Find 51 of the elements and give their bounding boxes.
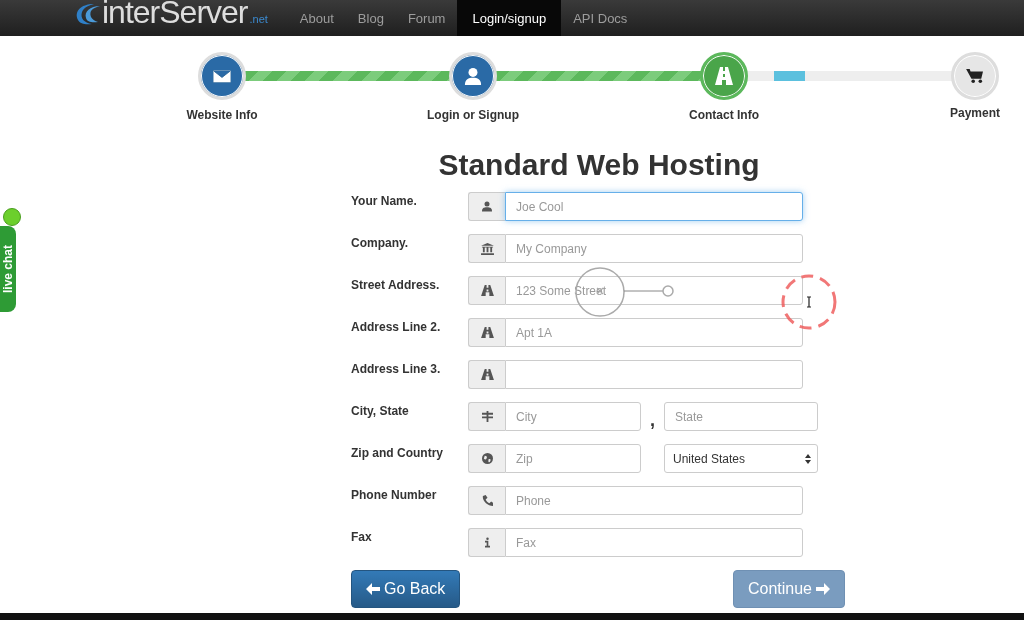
road-icon xyxy=(480,285,494,296)
phone-icon xyxy=(481,495,493,506)
nav-link[interactable]: API Docs xyxy=(561,0,640,36)
logo[interactable]: interServer.net xyxy=(72,0,268,30)
input-field[interactable] xyxy=(505,360,803,389)
nav-link[interactable]: Blog xyxy=(345,0,396,36)
bank-icon xyxy=(480,242,494,255)
signpost-icon xyxy=(481,411,493,422)
input-field[interactable]: Joe Cool xyxy=(505,192,803,221)
road-icon xyxy=(480,327,494,338)
user-icon xyxy=(464,67,482,85)
field-label: Company. xyxy=(351,235,410,252)
nav-button[interactable]: Go Back xyxy=(351,570,461,608)
info-icon xyxy=(484,537,490,548)
road-icon xyxy=(714,66,734,86)
field-label: Street Address. xyxy=(351,277,441,294)
country-select[interactable]: United States xyxy=(664,444,818,473)
road-icon xyxy=(480,369,494,380)
step-label: Website Info xyxy=(186,108,258,122)
input-field[interactable]: State xyxy=(664,402,818,431)
field-label: Zip and Country xyxy=(351,445,444,462)
nav-link[interactable]: Forum xyxy=(395,0,458,36)
step-label: Login or Signup xyxy=(427,108,519,122)
status-dot xyxy=(3,208,21,226)
field-label: Address Line 3. xyxy=(351,361,442,378)
globe-icon xyxy=(481,453,493,464)
input-field[interactable]: My Company xyxy=(505,234,803,263)
envelope-icon xyxy=(213,69,231,83)
page-title: Standard Web Hosting xyxy=(437,148,761,182)
cursor-highlight-drawing xyxy=(781,274,837,330)
arrow-right-icon xyxy=(816,583,830,595)
input-field[interactable]: Apt 1A xyxy=(505,318,803,347)
field-label: City, State xyxy=(351,403,410,420)
field-label: Phone Number xyxy=(351,487,438,504)
field-label: Your Name. xyxy=(351,193,418,210)
field-label: Address Line 2. xyxy=(351,319,442,336)
step-label: Contact Info xyxy=(689,108,759,122)
live-chat-tab[interactable]: live chat xyxy=(0,226,16,312)
user-icon xyxy=(482,201,492,212)
nav-link[interactable]: About xyxy=(287,0,346,36)
input-field[interactable]: Zip xyxy=(505,444,641,473)
nav-link[interactable]: Login/signup xyxy=(457,0,562,36)
step-label: Payment xyxy=(950,106,1000,120)
input-field[interactable]: City xyxy=(505,402,641,431)
arrow-left-icon xyxy=(366,583,380,595)
input-field[interactable]: Fax xyxy=(505,528,803,557)
field-label: Fax xyxy=(351,529,373,546)
sort-icon xyxy=(805,453,811,464)
input-field[interactable]: Phone xyxy=(505,486,803,515)
cart-icon xyxy=(966,68,984,84)
separator-text: , xyxy=(649,409,656,431)
